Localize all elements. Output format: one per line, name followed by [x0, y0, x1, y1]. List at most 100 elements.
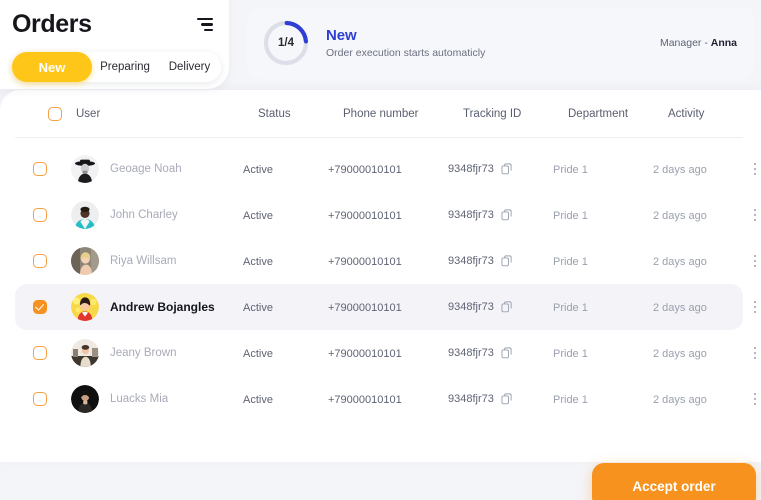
phone-value: +79000010101 — [328, 394, 402, 406]
row-checkbox[interactable] — [33, 254, 47, 268]
row-actions-cell[interactable] — [743, 252, 761, 271]
select-all-cell[interactable] — [48, 106, 76, 121]
table-row[interactable]: Riya Willsam Active +79000010101 9348fjr73 P… — [15, 238, 757, 284]
status-value: Active — [243, 210, 273, 222]
copy-icon[interactable] — [501, 255, 513, 267]
phone-value: +79000010101 — [328, 256, 402, 268]
department-cell: Pride 1 — [553, 390, 653, 408]
row-select-cell[interactable] — [33, 346, 61, 360]
phone-cell: +79000010101 — [328, 206, 448, 224]
copy-icon[interactable] — [501, 163, 513, 175]
row-checkbox[interactable] — [33, 346, 47, 360]
department-value: Pride 1 — [553, 256, 588, 268]
phone-cell: +79000010101 — [328, 298, 448, 316]
user-name: Luacks Mia — [110, 393, 169, 405]
phone-cell: +79000010101 — [328, 390, 448, 408]
column-header-status[interactable]: Status — [258, 108, 343, 120]
order-status-card: 1/4 New Order execution starts automatic… — [247, 7, 755, 79]
row-select-cell[interactable] — [33, 392, 61, 406]
copy-icon[interactable] — [501, 301, 513, 313]
department-cell: Pride 1 — [553, 344, 653, 362]
tracking-value: 9348fjr73 — [448, 347, 494, 359]
tab-new[interactable]: New — [12, 52, 92, 82]
tracking-cell: 9348fjr73 — [448, 301, 553, 313]
copy-icon[interactable] — [501, 209, 513, 221]
kebab-menu-icon[interactable] — [751, 252, 760, 271]
row-checkbox[interactable] — [33, 162, 47, 176]
activity-cell: 2 days ago — [653, 206, 743, 224]
column-header-phone[interactable]: Phone number — [343, 108, 463, 120]
tracking-cell: 9348fjr73 — [448, 209, 553, 221]
order-stage-tabs: New Preparing Delivery — [12, 52, 221, 82]
status-value: Active — [243, 164, 273, 176]
row-actions-cell[interactable] — [743, 160, 761, 179]
status-cell: Active — [243, 390, 328, 408]
table-row[interactable]: Jeany Brown Active +79000010101 9348fjr73 Pr… — [15, 330, 757, 376]
row-checkbox[interactable] — [33, 208, 47, 222]
kebab-menu-icon[interactable] — [751, 298, 760, 317]
row-select-cell[interactable] — [33, 208, 61, 222]
table-row[interactable]: John Charley Active +79000010101 9348fjr73 P… — [15, 192, 757, 238]
user-cell: Andrew Bojangles — [61, 293, 243, 321]
tracking-cell: 9348fjr73 — [448, 255, 553, 267]
copy-icon[interactable] — [501, 347, 513, 359]
table-body: Geoage Noah Active +79000010101 9348fjr73 Pr… — [0, 138, 761, 422]
accept-order-button[interactable]: Accept order — [592, 463, 756, 500]
tab-preparing[interactable]: Preparing — [92, 52, 158, 82]
row-checkbox[interactable] — [33, 300, 47, 314]
tab-delivery[interactable]: Delivery — [158, 52, 221, 82]
avatar-riya — [71, 247, 99, 275]
user-name: Andrew Bojangles — [110, 300, 215, 314]
tracking-cell: 9348fjr73 — [448, 347, 553, 359]
column-header-department[interactable]: Department — [568, 108, 668, 120]
copy-icon[interactable] — [501, 393, 513, 405]
tracking-value: 9348fjr73 — [448, 301, 494, 313]
activity-cell: 2 days ago — [653, 252, 743, 270]
row-actions-cell[interactable] — [743, 298, 761, 317]
kebab-menu-icon[interactable] — [751, 344, 760, 363]
table-row[interactable]: Luacks Mia Active +79000010101 9348fjr73 Pri… — [15, 376, 757, 422]
phone-value: +79000010101 — [328, 164, 402, 176]
user-name: Jeany Brown — [110, 347, 177, 359]
status-value: Active — [243, 302, 273, 314]
phone-value: +79000010101 — [328, 348, 402, 360]
department-value: Pride 1 — [553, 302, 588, 314]
row-actions-cell[interactable] — [743, 206, 761, 225]
status-cell: Active — [243, 206, 328, 224]
row-checkbox[interactable] — [33, 392, 47, 406]
tracking-cell: 9348fjr73 — [448, 163, 553, 175]
tracking-value: 9348fjr73 — [448, 255, 494, 267]
status-cell: Active — [243, 344, 328, 362]
table-row[interactable]: Andrew Bojangles Active +79000010101 9348fj… — [15, 284, 757, 330]
activity-value: 2 days ago — [653, 348, 707, 360]
kebab-menu-icon[interactable] — [751, 206, 760, 225]
row-select-cell[interactable] — [33, 162, 61, 176]
filter-lines-icon[interactable] — [195, 15, 215, 35]
kebab-menu-icon[interactable] — [751, 390, 760, 409]
column-header-tracking[interactable]: Tracking ID — [463, 108, 568, 120]
filter-line-3 — [204, 28, 213, 32]
select-all-checkbox[interactable] — [48, 106, 62, 121]
avatar-geoage — [71, 155, 99, 183]
orders-table-card: User Status Phone number Tracking ID Dep… — [0, 90, 761, 462]
tracking-cell: 9348fjr73 — [448, 393, 553, 405]
tracking-value: 9348fjr73 — [448, 393, 494, 405]
avatar-luacks — [71, 385, 99, 413]
row-select-cell[interactable] — [33, 254, 61, 268]
kebab-menu-icon[interactable] — [751, 160, 760, 179]
column-header-activity[interactable]: Activity — [668, 108, 758, 120]
table-row[interactable]: Geoage Noah Active +79000010101 9348fjr73 Pr… — [15, 146, 757, 192]
activity-cell: 2 days ago — [653, 344, 743, 362]
user-name: Geoage Noah — [110, 163, 182, 175]
department-value: Pride 1 — [553, 210, 588, 222]
phone-cell: +79000010101 — [328, 160, 448, 178]
department-value: Pride 1 — [553, 394, 588, 406]
row-actions-cell[interactable] — [743, 390, 761, 409]
row-select-cell[interactable] — [33, 300, 61, 314]
row-actions-cell[interactable] — [743, 344, 761, 363]
status-cell: Active — [243, 160, 328, 178]
column-header-user[interactable]: User — [76, 108, 258, 120]
activity-value: 2 days ago — [653, 394, 707, 406]
user-cell: Geoage Noah — [61, 155, 243, 183]
status-cell: Active — [243, 252, 328, 270]
